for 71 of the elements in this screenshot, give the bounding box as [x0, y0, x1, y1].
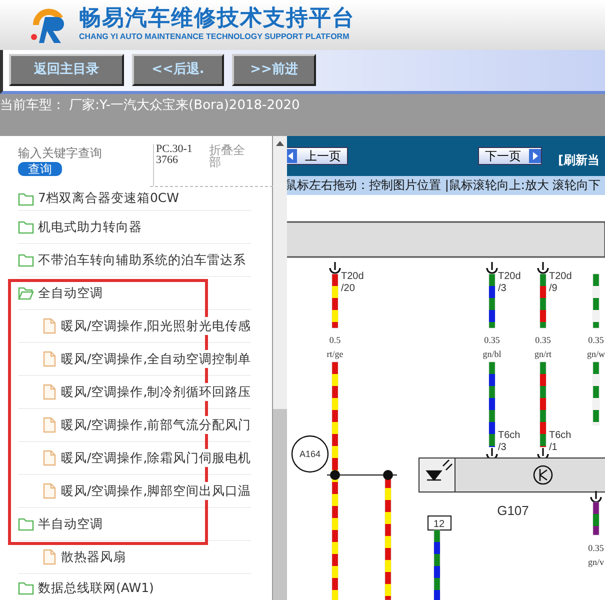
wire-gauge: 0.35	[484, 335, 500, 345]
pin-label: T20d	[498, 271, 521, 282]
tree-item[interactable]: 暖风/空调操作,前部气流分配风门	[18, 409, 252, 442]
pin-icon	[537, 262, 549, 274]
tree-item[interactable]: 不带泊车转向辅助系统的泊车雷达系	[18, 244, 252, 277]
wire-gauge: 0.35	[535, 335, 551, 345]
wire-color-code: rt/ge	[326, 349, 344, 359]
terminal-box	[428, 516, 452, 530]
pin-number: /3	[498, 442, 506, 453]
connector-circle	[291, 435, 329, 473]
tree-item[interactable]: 机电式助力转向器	[18, 211, 252, 244]
pin-number: /1	[549, 442, 558, 453]
terminal-label: 12	[433, 519, 445, 530]
document-icon	[41, 351, 57, 367]
tree-item-label[interactable]: 暖风/空调操作,前部气流分配风门	[61, 416, 252, 434]
tree-item[interactable]: 暖风/空调操作,全自动空调控制单	[18, 343, 252, 376]
current-model-text: 当前车型： 厂家:Y-一汽大众宝来(Bora)2018-2020	[0, 97, 301, 115]
wire-gauge: 0.35	[588, 335, 604, 345]
tree-item[interactable]: 散热器风扇	[18, 541, 252, 574]
photodiode-icon	[418, 458, 456, 492]
scrollbar[interactable]	[273, 136, 288, 600]
code-text: PC.30-13766	[153, 144, 193, 186]
pin-icon	[486, 262, 498, 274]
pin-icon	[329, 262, 341, 274]
tree-item-label[interactable]: 暖风/空调操作,阳光照射光电传感	[61, 316, 252, 336]
component-label: G107	[497, 503, 529, 518]
search-button[interactable]: 查询	[18, 162, 62, 176]
pin-label: T6ch	[498, 430, 520, 441]
tree-item[interactable]: 7档双离合器变速箱0CW	[18, 187, 252, 211]
pin-label: T20d	[341, 271, 364, 282]
wire-gauge: 0.35	[588, 543, 604, 553]
refresh-link[interactable]: [刷新当	[558, 151, 600, 169]
pin-icon	[537, 448, 549, 460]
junction-dot	[330, 470, 340, 480]
wire-gauge: 0.5	[329, 335, 341, 345]
document-icon	[41, 549, 57, 565]
tree-item-label[interactable]: 暖风/空调操作,制冷剂循环回路压	[61, 382, 252, 402]
tree-item-label[interactable]: 暖风/空调操作,全自动空调控制单	[61, 350, 252, 368]
pin-label: T6ch	[549, 430, 572, 441]
tree-item[interactable]: 暖风/空调操作,阳光照射光电传感	[18, 310, 252, 343]
document-icon	[41, 417, 57, 433]
scrollbar-thumb[interactable]	[273, 409, 288, 600]
pin-number: /3	[498, 283, 506, 294]
tree-item-label[interactable]: 暖风/空调操作,脚部空间出风口温	[61, 482, 252, 500]
pin-icon	[486, 448, 498, 460]
wire-color-code: gn/w	[587, 349, 605, 359]
document-icon	[41, 318, 57, 334]
pin-number: /9	[549, 283, 558, 294]
tree-item[interactable]: 数据总线联网(AW1)	[18, 574, 252, 600]
transistor-icon	[533, 465, 553, 485]
wire-color-code: gn/bl	[482, 349, 502, 359]
wire-color-code: gn/rt	[534, 349, 552, 359]
document-icon	[41, 384, 57, 400]
pin-icon	[590, 491, 602, 503]
document-icon	[41, 450, 57, 466]
tree-item[interactable]: 暖风/空调操作,制冷剂循环回路压	[18, 376, 252, 409]
pin-number: /20	[341, 283, 355, 294]
document-icon	[41, 483, 57, 499]
junction-line	[326, 474, 398, 476]
tree-item[interactable]: 全自动空调	[18, 277, 252, 310]
site-title: 畅易汽车维修技术支持平台	[79, 7, 355, 31]
junction-dot	[383, 470, 393, 480]
pin-label: T20d	[549, 271, 572, 282]
tree-item[interactable]: 暖风/空调操作,除霜风门伺服电机	[18, 442, 252, 475]
wire-color-code: gn/v	[588, 557, 604, 567]
site-subtitle: CHANG YI AUTO MAINTENANCE TECHNOLOGY SUPPORT PLATFORM	[79, 31, 350, 43]
connector-label: A164	[299, 449, 321, 459]
tree-item[interactable]: 暖风/空调操作,脚部空间出风口温	[18, 475, 252, 508]
tree-item[interactable]: 半自动空调	[18, 508, 252, 541]
next-page-button[interactable]: 下一页	[478, 147, 542, 165]
tree-item-label[interactable]: 暖风/空调操作,除霜风门伺服电机	[61, 448, 252, 468]
